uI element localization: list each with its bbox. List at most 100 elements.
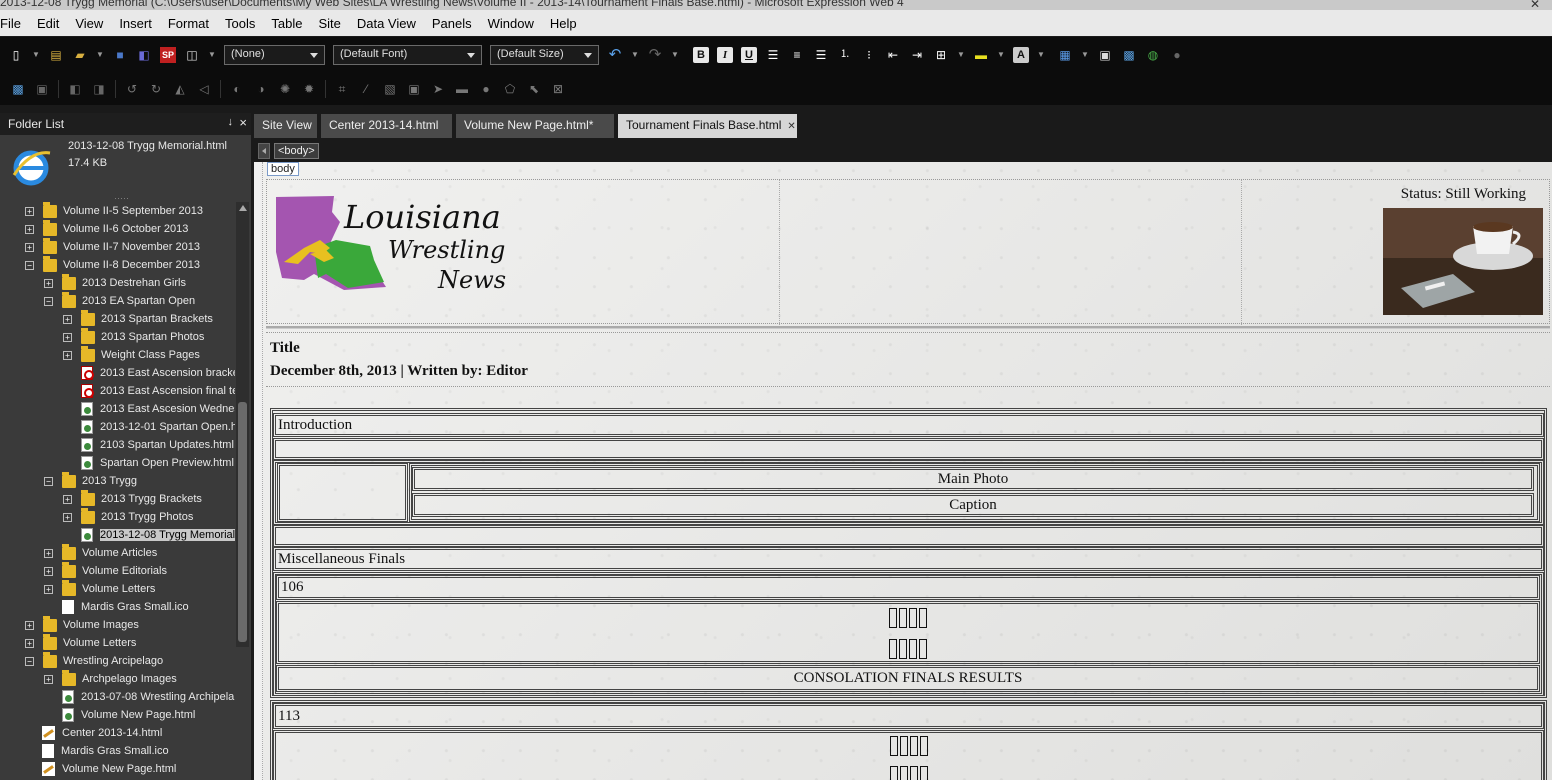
pin-icon[interactable]: ↓ [228,116,234,128]
save-all-icon[interactable]: ◧ [136,47,152,63]
picture-insert-icon[interactable]: ▩ [10,81,26,97]
expand-icon[interactable]: + [44,278,53,288]
menu-insert[interactable]: Insert [119,16,159,31]
menu-edit[interactable]: Edit [37,16,66,31]
save-icon[interactable]: ■ [112,47,128,63]
send-backward-icon[interactable]: ◨ [91,81,107,97]
article-byline[interactable]: December 8th, 2013 | Written by: Editor [270,363,528,380]
open-folder-icon[interactable]: ▰ [72,47,88,63]
color-icon[interactable]: ▧ [382,81,398,97]
folder-tree-item[interactable]: + Volume Images [25,615,139,634]
close-tab-icon[interactable]: ✕ [787,121,795,132]
highlight-hotspots-icon[interactable]: ⬉ [526,81,542,97]
rotate-right-icon[interactable]: ↻ [148,81,164,97]
circle-hotspot-icon[interactable]: ● [478,81,494,97]
folder-tree-item[interactable]: + Volume II-6 October 2013 [25,219,188,238]
expand-icon[interactable]: + [63,332,72,342]
folder-tree-item[interactable]: Volume New Page.html [42,760,176,778]
align-left-icon[interactable]: ☰ [765,47,781,63]
undo-dropdown-icon[interactable]: ▼ [629,47,641,63]
font-color-button[interactable]: A [1013,47,1029,63]
bring-forward-icon[interactable]: ◧ [67,81,83,97]
insert-layer-icon[interactable]: ▣ [1097,47,1113,63]
rectangle-hotspot-icon[interactable]: ▬ [454,81,470,97]
scroll-up-icon[interactable] [239,205,247,211]
collapse-icon[interactable]: − [25,260,34,270]
flip-horizontal-icon[interactable]: ◭ [172,81,188,97]
font-size-select[interactable]: (Default Size) [490,45,599,65]
folder-tree-item[interactable]: + Volume II-5 September 2013 [25,202,203,220]
body-tag-label[interactable]: body [267,162,299,176]
folder-tree-item[interactable]: 2013 East Ascension bracke [63,364,235,382]
folder-tree-item[interactable]: Volume New Page.html [44,706,195,724]
menu-help[interactable]: Help [550,16,584,31]
stop-icon[interactable]: ● [1169,47,1185,63]
folder-tree-item[interactable]: + Volume Articles [44,543,157,562]
folder-tree-item[interactable]: 2013-12-08 Trygg Memorial [63,526,235,544]
font-color-dropdown-icon[interactable]: ▼ [1035,47,1047,63]
scrollbar-thumb[interactable] [238,402,247,642]
new-page-icon[interactable]: ▯ [8,47,24,63]
bulleted-list-icon[interactable]: ⁝ [861,47,877,63]
menu-site[interactable]: Site [318,16,347,31]
polygon-hotspot-icon[interactable]: ⬠ [502,81,518,97]
folder-tree-scrollbar[interactable] [236,202,249,647]
expand-icon[interactable]: + [44,584,53,594]
tab-site-view[interactable]: Site View [254,114,317,138]
expand-icon[interactable]: + [63,512,72,522]
folder-tree-item[interactable]: Mardis Gras Small.ico [42,742,169,760]
line-style-icon[interactable]: ⁄ [358,81,374,97]
tab-tournament-finals-base[interactable]: Tournament Finals Base.html ✕ [618,114,797,138]
increase-indent-icon[interactable]: ⇥ [909,47,925,63]
menu-data-view[interactable]: Data View [357,16,423,31]
photo-side-cell[interactable] [277,463,408,522]
expand-icon[interactable]: + [44,674,53,684]
expand-icon[interactable]: + [25,224,34,234]
empty-cell[interactable] [273,525,1544,547]
align-center-icon[interactable]: ≡ [789,47,805,63]
tab-center-2013-14[interactable]: Center 2013-14.html [321,114,452,138]
misc-finals-cell[interactable]: Miscellaneous Finals [273,547,1544,571]
menu-panels[interactable]: Panels [432,16,479,31]
rotate-left-icon[interactable]: ↺ [124,81,140,97]
expand-icon[interactable]: + [63,314,72,324]
folder-tree-item[interactable]: 2013-12-01 Spartan Open.h [63,418,235,436]
folder-tree-item[interactable]: + Volume Letters [44,579,155,598]
menu-table[interactable]: Table [271,16,309,31]
menu-view[interactable]: View [75,16,110,31]
expand-icon[interactable]: + [25,620,34,630]
folder-tree-item[interactable]: − Wrestling Arcipelago [25,651,163,670]
folder-tree-item[interactable]: 2103 Spartan Updates.html [63,436,234,454]
folder-tree-item[interactable]: − Volume II-8 December 2013 [25,255,200,274]
less-brightness-icon[interactable]: ✹ [301,81,317,97]
folder-tree-item[interactable]: + Volume Editorials [44,561,167,580]
collapse-icon[interactable]: − [44,476,53,486]
redo-icon[interactable]: ↷ [647,47,663,63]
expand-icon[interactable]: + [44,566,53,576]
auto-thumbnail-icon[interactable]: ▣ [34,81,50,97]
folder-tree-item[interactable]: + Volume Letters [25,633,136,652]
main-photo-cell[interactable]: Main Photo [412,467,1534,491]
undo-icon[interactable]: ↶ [607,47,623,63]
new-dropdown-icon[interactable]: ▼ [30,47,42,63]
less-contrast-icon[interactable]: ◑ [253,81,269,97]
menu-file[interactable]: File [0,16,28,31]
more-brightness-icon[interactable]: ✺ [277,81,293,97]
folder-tree-item[interactable]: +2013 Spartan Photos [63,327,204,346]
folder-tree-item[interactable]: − 2013 EA Spartan Open [44,291,195,310]
tab-volume-new-page[interactable]: Volume New Page.html* [456,114,614,138]
introduction-cell[interactable]: Introduction [273,413,1544,437]
expand-icon[interactable]: + [63,350,72,360]
menu-window[interactable]: Window [488,16,541,31]
bevel-icon[interactable]: ▣ [406,81,422,97]
folder-tree-item[interactable]: +2013 Trygg Photos [63,507,193,526]
folder-tree-item[interactable]: 2013 East Ascesion Wednes [63,400,235,418]
restore-icon[interactable]: ⊠ [550,81,566,97]
caption-cell[interactable]: Caption [412,493,1534,517]
collapse-icon[interactable]: − [44,296,53,306]
coffee-cup-photo[interactable] [1383,208,1543,315]
italic-button[interactable]: I [717,47,733,63]
folder-tree-item[interactable]: +2013 Spartan Brackets [63,309,213,328]
folder-tree-item[interactable]: − 2013 Trygg [44,471,137,490]
expand-icon[interactable]: + [25,206,34,216]
